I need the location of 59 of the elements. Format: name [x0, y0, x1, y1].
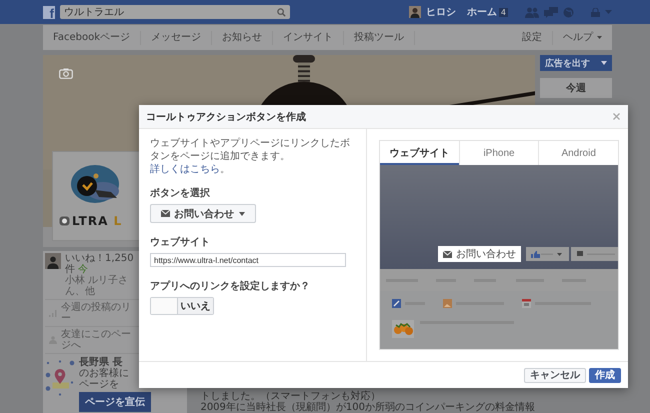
promo-text: のお客様に — [79, 368, 130, 379]
message-button-placeholder — [571, 247, 618, 261]
nav-tab[interactable]: メッセージ — [141, 30, 212, 44]
search-field[interactable]: ウルトラエル — [60, 5, 290, 19]
settings-link[interactable]: 設定 — [512, 30, 553, 44]
nav-tab[interactable]: インサイト — [273, 30, 344, 44]
week-heading: 今週 — [540, 78, 612, 98]
logo-text: LTRA L — [72, 214, 122, 228]
avatar[interactable] — [408, 6, 421, 18]
caret-icon[interactable] — [605, 10, 612, 14]
nav-tab[interactable]: 投稿ツール — [344, 30, 415, 44]
lock-icon[interactable] — [591, 8, 600, 16]
camera-logo-icon — [59, 216, 70, 226]
post-text: トしました。（スマートフォンも対応） — [200, 391, 380, 402]
envelope-icon — [161, 210, 170, 217]
caret-icon — [597, 36, 602, 39]
envelope-icon — [443, 250, 452, 258]
likes-count: いいね！1,250件 今 — [65, 253, 135, 275]
friends-text: 小林 ルリ子さん、他 — [65, 275, 130, 297]
dialog-title: コールトゥアクションボタンを作成 — [146, 110, 306, 124]
learn-more-link[interactable]: 詳しくはこちら — [150, 164, 220, 175]
post-text: 2009年に当時社長（現顧問）が100か所弱のコインパーキングの料金情報 — [200, 402, 535, 413]
calendar-icon — [522, 299, 531, 308]
messages-icon[interactable] — [544, 6, 558, 18]
nav-tab[interactable]: お知らせ — [212, 30, 273, 44]
promo-text: ページを — [79, 379, 120, 390]
search-icon[interactable] — [277, 8, 286, 16]
camera-icon[interactable] — [59, 68, 73, 79]
promo-text: 長野県 長 — [79, 357, 124, 368]
field-label: ウェブサイト — [150, 236, 210, 249]
create-ad-button[interactable]: 広告を出す — [540, 55, 612, 71]
invite-text: 友達にこのページへ — [61, 329, 131, 351]
app-link-toggle[interactable]: いいえ — [150, 297, 214, 315]
logo[interactable]: f — [43, 6, 55, 18]
contact-button-preview: お問い合わせ — [438, 246, 521, 262]
user-name[interactable]: ヒロシ — [426, 5, 456, 19]
photo-icon — [443, 299, 452, 308]
reach-text: 今週の投稿のリー — [61, 302, 131, 324]
create-button[interactable]: 作成 — [589, 368, 621, 382]
help-menu[interactable]: ヘルプ — [553, 30, 612, 44]
description-text: ウェブサイトやアプリページにリンクしたボタンをページに追加できます。 詳しくはこちら。 — [150, 137, 351, 176]
pencil-icon — [392, 299, 401, 308]
notification-count: 4 — [498, 8, 508, 16]
globe-icon[interactable] — [563, 6, 574, 18]
caret-icon — [601, 61, 607, 65]
field-label: アプリへのリンクを設定しますか？ — [150, 279, 310, 293]
like-button-placeholder — [526, 247, 569, 261]
preview-tab[interactable]: Android — [539, 141, 618, 165]
field-label: ボタンを選択 — [150, 186, 210, 200]
cancel-button[interactable]: キャンセル — [524, 368, 586, 382]
friends-icon[interactable] — [525, 6, 539, 18]
button-type-dropdown[interactable]: お問い合わせ — [150, 204, 256, 223]
close-icon[interactable] — [613, 113, 620, 120]
promote-page-button[interactable]: ページを宣伝 — [79, 392, 151, 412]
website-input[interactable]: https://www.ultra-l.net/contact — [150, 253, 346, 267]
avatar — [45, 253, 61, 269]
home-link[interactable]: ホーム — [466, 5, 497, 19]
nav-tab[interactable]: Facebookページ — [43, 30, 141, 44]
caret-icon — [239, 212, 245, 216]
